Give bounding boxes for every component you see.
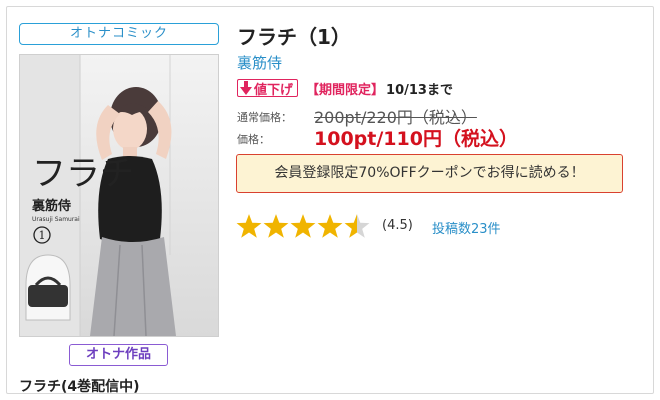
product-title: フラチ（1） <box>237 25 351 49</box>
down-arrow-icon <box>240 81 252 95</box>
star-icon <box>263 214 289 238</box>
series-label: フラチ(4巻配信中) <box>19 379 140 395</box>
star-icon <box>344 214 370 238</box>
star-icon <box>290 214 316 238</box>
review-count-link[interactable]: 投稿数23件 <box>432 218 501 237</box>
cover-author: 裏筋侍 <box>31 198 71 214</box>
sale-price: 100pt/110円（税込） <box>314 128 518 150</box>
price-down-label: 値下げ <box>254 82 294 98</box>
regular-price-label: 通常価格： <box>237 111 292 124</box>
sale-price-label: 価格： <box>237 133 270 146</box>
star-icon <box>317 214 343 238</box>
limited-label: 【期間限定】 <box>306 82 385 98</box>
cover-illustration: フラチ 裏筋侍 Urasuji Samurai 1 <box>20 55 218 336</box>
cover-author-romaji: Urasuji Samurai <box>32 216 80 223</box>
author-link[interactable]: 裏筋侍 <box>237 52 282 73</box>
cover-title: フラチ <box>32 154 134 194</box>
adult-badge[interactable]: オトナ作品 <box>69 344 168 366</box>
cover-volume: 1 <box>39 229 46 242</box>
category-badge[interactable]: オトナコミック <box>19 23 219 45</box>
star-icon <box>236 214 262 238</box>
cover-image[interactable]: フラチ 裏筋侍 Urasuji Samurai 1 <box>19 54 219 337</box>
limited-until: 10/13まで <box>386 82 453 98</box>
discount-row: 値下げ 【期間限定】 10/13まで <box>237 78 453 98</box>
rating-value: (4.5) <box>382 218 413 233</box>
price-down-badge: 値下げ <box>237 79 299 98</box>
coupon-banner[interactable]: 会員登録限定70%OFFクーポンでお得に読める！ <box>236 154 623 193</box>
star-rating <box>236 213 371 239</box>
